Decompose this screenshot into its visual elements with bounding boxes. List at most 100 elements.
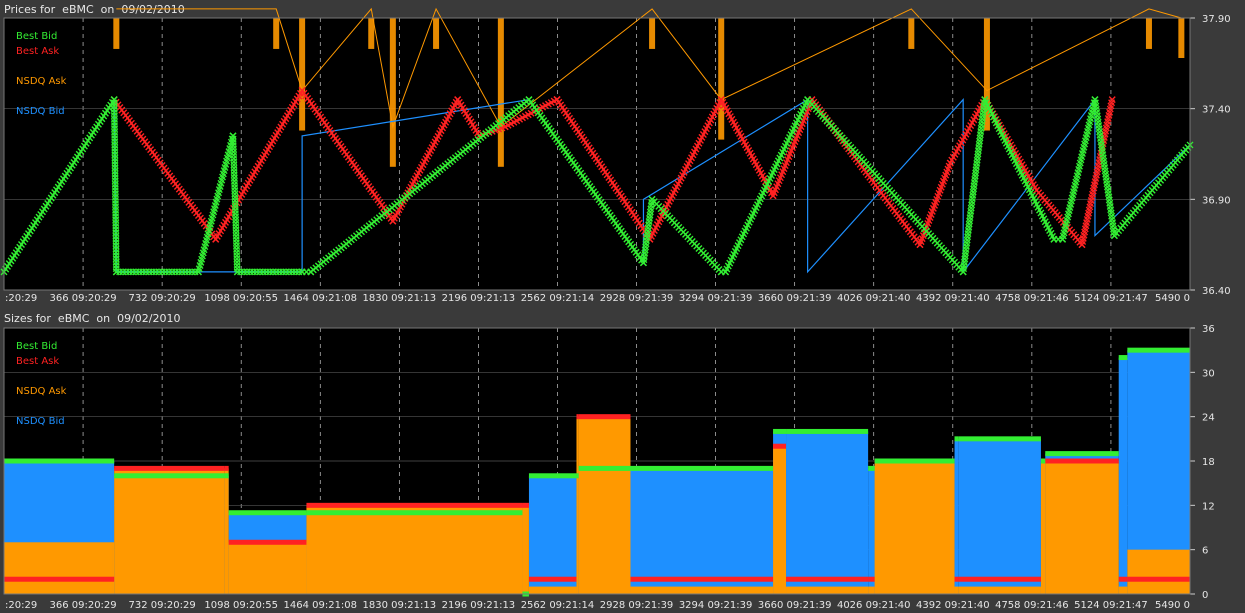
size-x-tick-label: 3294 09:21:39 (679, 600, 753, 611)
nsdq-ask-bar (1040, 461, 1046, 594)
best-bid-level (224, 473, 229, 479)
nsdq-ask-bar (1045, 461, 1119, 594)
nsdq-ask-bar (228, 542, 307, 594)
size-y-tick-label: 18 (1202, 457, 1215, 468)
price-x-tick-label: 4026 09:21:40 (837, 293, 911, 304)
nsdq-bid-bar (630, 468, 774, 594)
best-bid-level (958, 436, 1041, 442)
best-ask-level (578, 414, 631, 420)
size-y-tick-label: 24 (1202, 413, 1215, 424)
best-ask-level (1118, 576, 1128, 582)
nsdq-ask-spike (1145, 18, 1152, 49)
size-x-tick-label: 3660 09:21:39 (758, 600, 832, 611)
price-legend-nsdq-bid: NSDQ Bid (16, 106, 65, 117)
best-ask-level (522, 502, 529, 508)
price-x-tick-label: 5490 0 (1155, 293, 1190, 304)
best-bid-level (630, 465, 774, 471)
nsdq-bid-bar (1118, 357, 1128, 594)
best-bid-level (954, 436, 959, 442)
best-bid-level (228, 510, 307, 516)
price-x-tick-label: 2562 09:21:14 (521, 293, 595, 304)
price-y-tick-label: 36.40 (1202, 286, 1231, 297)
best-bid-level (1118, 355, 1128, 361)
price-x-tick-label: 5124 09:21:47 (1074, 293, 1148, 304)
price-legend-best-bid: Best Bid (16, 31, 57, 42)
price-legend-best-ask: Best Ask (16, 46, 59, 57)
price-x-tick-label: 4392 09:21:40 (916, 293, 990, 304)
nsdq-ask-bar (954, 586, 959, 594)
best-bid-level (112, 458, 115, 464)
best-ask-level (868, 576, 875, 582)
nsdq-ask-spike (908, 18, 915, 49)
size-x-tick-label: 4758 09:21:46 (995, 600, 1069, 611)
nsdq-ask-spike (649, 18, 656, 49)
best-bid-level (4, 458, 113, 464)
size-y-tick-label: 0 (1202, 590, 1208, 601)
price-x-tick-label: 2928 09:21:39 (600, 293, 674, 304)
nsdq-ask-spike (1178, 18, 1185, 58)
nsdq-ask-spike (389, 18, 396, 167)
size-x-tick-label: 5490 0 (1155, 600, 1190, 611)
price-x-tick-label: 3294 09:21:39 (679, 293, 753, 304)
price-legend-nsdq-ask: NSDQ Ask (16, 76, 67, 87)
nsdq-ask-bar (224, 468, 229, 594)
best-ask-level (958, 576, 1041, 582)
size-y-tick-label: 12 (1202, 501, 1215, 512)
best-bid-level (773, 428, 787, 434)
price-x-tick-label: 3660 09:21:39 (758, 293, 832, 304)
nsdq-ask-bar (576, 416, 579, 594)
best-ask-level (306, 502, 523, 508)
price-x-tick-label: 1098 09:20:55 (204, 293, 278, 304)
nsdq-ask-spike (497, 18, 504, 167)
best-bid-level (576, 473, 579, 479)
best-bid-level (114, 473, 225, 479)
size-x-tick-label: 366 09:20:29 (49, 600, 116, 611)
best-bid-level (786, 428, 869, 434)
size-y-tick-label: 6 (1202, 546, 1208, 557)
best-ask-level (112, 576, 115, 582)
nsdq-ask-bar (786, 586, 869, 594)
size-x-tick-label: 1098 09:20:55 (204, 600, 278, 611)
best-bid-level (578, 465, 631, 471)
nsdq-ask-spike (113, 18, 120, 49)
size-legend-best-bid: Best Bid (16, 341, 57, 352)
nsdq-ask-bar (1127, 549, 1190, 594)
size-x-tick-label: 2928 09:21:39 (600, 600, 674, 611)
nsdq-ask-bar (522, 505, 529, 594)
nsdq-ask-bar (112, 542, 115, 594)
size-x-tick-label: 1830 09:21:13 (363, 600, 437, 611)
best-ask-level (630, 576, 774, 582)
nsdq-ask-bar (1118, 586, 1128, 594)
nsdq-bid-bar (954, 438, 959, 594)
size-legend-best-ask: Best Ask (16, 356, 59, 367)
nsdq-ask-spike (433, 18, 440, 49)
best-ask-level (773, 443, 787, 449)
size-legend-nsdq-ask: NSDQ Ask (16, 386, 67, 397)
best-bid-level (1045, 451, 1119, 457)
best-bid-level (874, 458, 955, 464)
best-ask-level (954, 576, 959, 582)
price-x-tick-label: 366 09:20:29 (49, 293, 116, 304)
price-x-tick-label: 4758 09:21:46 (995, 293, 1069, 304)
best-ask-level (1045, 458, 1119, 464)
best-bid-level (1040, 458, 1046, 464)
best-ask-level (114, 465, 225, 471)
nsdq-bid-bar (868, 468, 875, 594)
nsdq-ask-spike (273, 18, 280, 49)
best-ask-level (528, 576, 577, 582)
nsdq-ask-spike (718, 18, 725, 140)
size-x-tick-label: 4392 09:21:40 (916, 600, 990, 611)
nsdq-ask-spike (299, 18, 306, 131)
price-y-tick-label: 36.90 (1202, 195, 1231, 206)
best-bid-level (1127, 347, 1190, 353)
nsdq-ask-bar (630, 586, 774, 594)
best-ask-level (224, 465, 229, 471)
size-x-tick-label: 1464 09:21:08 (283, 600, 357, 611)
size-x-tick-label: 4026 09:21:40 (837, 600, 911, 611)
nsdq-ask-bar (114, 468, 225, 594)
nsdq-ask-bar (773, 446, 787, 594)
size-x-tick-label: 732 09:20:29 (129, 600, 196, 611)
nsdq-ask-bar (528, 586, 577, 594)
best-ask-level (4, 576, 113, 582)
price-y-tick-label: 37.90 (1202, 14, 1231, 25)
